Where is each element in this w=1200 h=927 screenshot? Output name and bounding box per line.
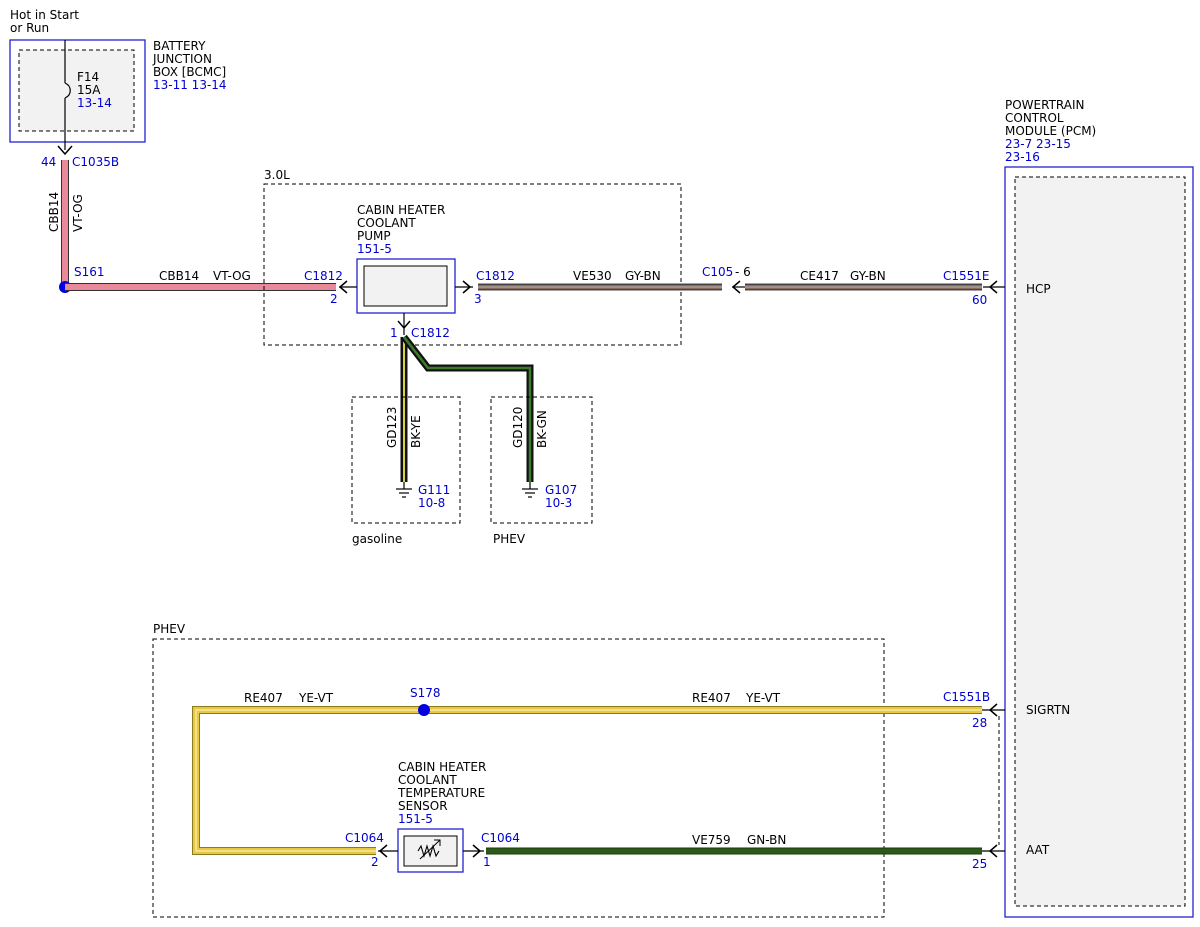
pcm-sigrtn-connector[interactable]: C1551B <box>943 690 990 704</box>
region-phev-bottom <box>152 638 885 918</box>
splice-s178[interactable] <box>418 704 430 716</box>
ground-g111[interactable]: G111 <box>418 483 450 497</box>
sensor-name-1: CABIN HEATER <box>398 760 486 774</box>
sensor-left-pin[interactable]: 2 <box>371 855 379 869</box>
fuse-ref[interactable]: 13-14 <box>77 96 112 110</box>
pcm-name-1: POWERTRAIN <box>1005 98 1085 112</box>
bcmc-connector[interactable]: C1035B <box>72 155 119 169</box>
wire-re407-right-circuit: RE407 <box>692 691 731 705</box>
sensor-right-pin[interactable]: 1 <box>483 855 491 869</box>
ground-g107-ref[interactable]: 10-3 <box>545 496 572 510</box>
pump-name-1: CABIN HEATER <box>357 203 445 217</box>
wire-ve759-color: GN-BN <box>747 833 786 847</box>
power-note-line2: or Run <box>10 21 49 35</box>
wire-gd120-circuit: GD120 <box>511 407 525 448</box>
wire-cbb14-h-circuit: CBB14 <box>159 269 199 283</box>
region-phev-bottom-label: PHEV <box>153 622 186 636</box>
inline-c105-pin: - 6 <box>735 265 751 279</box>
region-gasoline-label: gasoline <box>352 532 402 546</box>
pump-name-3: PUMP <box>357 229 391 243</box>
pump-left-pin[interactable]: 2 <box>330 292 338 306</box>
pump-left-connector[interactable]: C1812 <box>304 269 343 283</box>
wire-re407-right-color: YE-VT <box>745 691 781 705</box>
bcmc-refs[interactable]: 13-11 13-14 <box>153 78 227 92</box>
pump-body <box>363 265 448 307</box>
splice-s178-label[interactable]: S178 <box>410 686 441 700</box>
pump-bottom-pin[interactable]: 1 <box>390 326 398 340</box>
pcm-hcp-label: HCP <box>1026 282 1051 296</box>
ground-g107[interactable]: G107 <box>545 483 577 497</box>
pump-right-connector[interactable]: C1812 <box>476 269 515 283</box>
power-note-line1: Hot in Start <box>10 8 79 22</box>
pcm-sigrtn-pin[interactable]: 28 <box>972 716 987 730</box>
wire-ce417-color: GY-BN <box>850 269 886 283</box>
wire-ve530-color: GY-BN <box>625 269 661 283</box>
bcmc-pin[interactable]: 44 <box>41 155 56 169</box>
ground-g111-icon <box>396 482 412 498</box>
wire-ve759-circuit: VE759 <box>692 833 731 847</box>
bcmc-name-1: BATTERY <box>153 39 206 53</box>
splice-s161-label[interactable]: S161 <box>74 265 105 279</box>
pcm-name-2: CONTROL <box>1005 111 1064 125</box>
pcm-aat-label: AAT <box>1026 843 1050 857</box>
region-3-0l <box>263 183 682 346</box>
wire-re407-stripe <box>195 709 982 852</box>
bcmc-name-3: BOX [BCMC] <box>153 65 226 79</box>
wire-gd123-color: BK-YE <box>409 415 423 448</box>
wire-ce417-circuit: CE417 <box>800 269 839 283</box>
sensor-left-connector[interactable]: C1064 <box>345 831 384 845</box>
pcm-refs-2[interactable]: 23-16 <box>1005 150 1040 164</box>
wire-re407[interactable] <box>193 707 982 854</box>
pcm-hcp-pin[interactable]: 60 <box>972 293 987 307</box>
ground-g111-ref[interactable]: 10-8 <box>418 496 445 510</box>
wire-cbb14-h-color: VT-OG <box>213 269 251 283</box>
inline-c105-connector[interactable]: C105 <box>702 265 733 279</box>
pump-right-pin[interactable]: 3 <box>474 292 482 306</box>
sensor-body <box>403 835 458 867</box>
sensor-right-connector[interactable]: C1064 <box>481 831 520 845</box>
wiring-diagram: Hot in Start or Run BATTERY JUNCTION BOX… <box>9 8 1194 918</box>
wire-re407-left-color: YE-VT <box>298 691 334 705</box>
wire-gd120-color: BK-GN <box>535 410 549 448</box>
fuse-name: F14 <box>77 70 99 84</box>
pcm-sigrtn-label: SIGRTN <box>1026 703 1070 717</box>
sensor-ref[interactable]: 151-5 <box>398 812 433 826</box>
pcm-refs-1[interactable]: 23-7 23-15 <box>1005 137 1071 151</box>
fuse-rating: 15A <box>77 83 101 97</box>
pump-ref[interactable]: 151-5 <box>357 242 392 256</box>
ground-g107-icon <box>522 482 538 498</box>
pcm-name-3: MODULE (PCM) <box>1005 124 1096 138</box>
pcm-aat-pin[interactable]: 25 <box>972 857 987 871</box>
pump-name-2: COOLANT <box>357 216 416 230</box>
sensor-name-3: TEMPERATURE <box>397 786 485 800</box>
wire-cbb14-v-circuit: CBB14 <box>47 192 61 232</box>
sensor-name-4: SENSOR <box>398 799 448 813</box>
region-phev-ground-label: PHEV <box>493 532 526 546</box>
pump-bottom-connector[interactable]: C1812 <box>411 326 450 340</box>
pcm-hcp-connector[interactable]: C1551E <box>943 269 990 283</box>
bcmc-name-2: JUNCTION <box>152 52 212 66</box>
region-3-0l-label: 3.0L <box>264 168 290 182</box>
wire-re407-left-circuit: RE407 <box>244 691 283 705</box>
wire-gd123-circuit: GD123 <box>385 407 399 448</box>
sensor-name-2: COOLANT <box>398 773 457 787</box>
wire-ve530-circuit: VE530 <box>573 269 612 283</box>
wire-cbb14-v-color: VT-OG <box>71 194 85 232</box>
wire-re407-outline <box>192 706 982 855</box>
